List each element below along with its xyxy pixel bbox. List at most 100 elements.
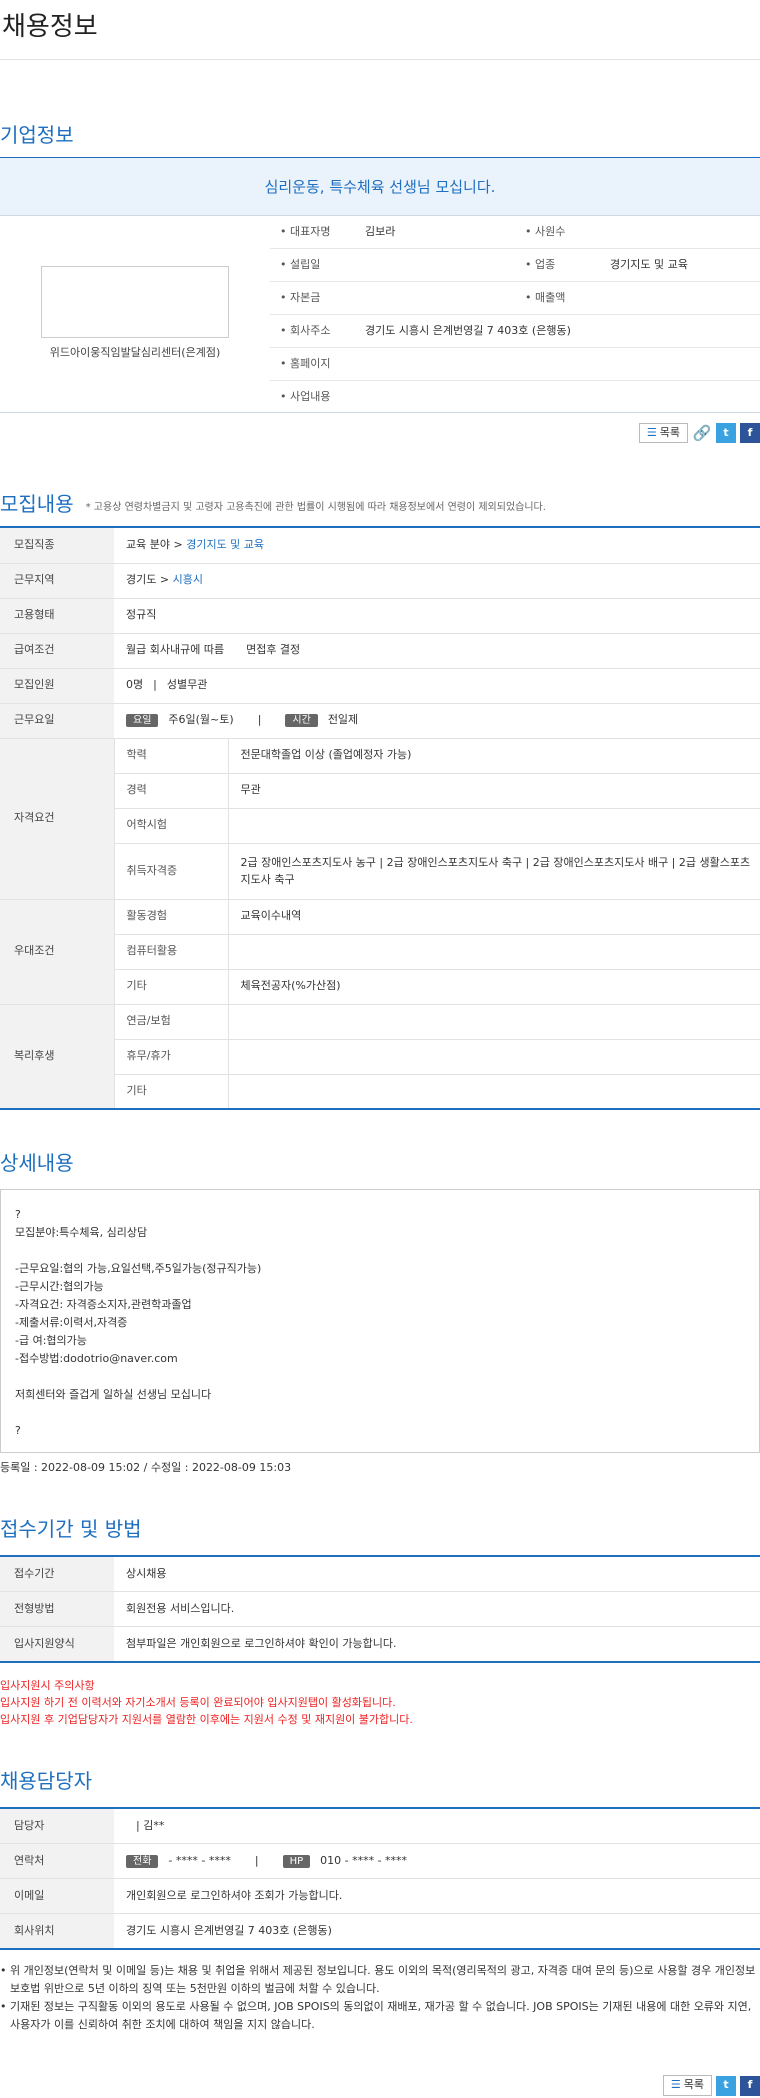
warning-line: 입사지원시 주의사항 [0, 1678, 95, 1692]
founded-field: 설립일 [270, 258, 515, 273]
table-row: 이메일 개인회원으로 로그인하셔야 조회가 가능합니다. [0, 1878, 760, 1915]
detail-line: -근무요일:협의 가능,요일선택,주5일가능(정규직가능) [15, 1262, 262, 1275]
detail-line: -자격요건: 자격증소지자,관련학과졸업 [15, 1298, 192, 1311]
row-label: 자격요건 [0, 738, 115, 900]
row-label: 접수기간 [0, 1556, 114, 1593]
region-prefix: 경기도 > [126, 573, 170, 587]
contact-section-title: 채용담당자 [0, 1768, 760, 1809]
field-value: 김보라 [365, 224, 396, 238]
time-tag: 시간 [285, 714, 318, 728]
sub-label: 학력 [114, 738, 229, 774]
privacy-notices: 위 개인정보(연락처 및 이메일 등)는 채용 및 취업을 위해서 제공된 정보… [0, 1962, 760, 2034]
info-row: 홈페이지 [270, 348, 760, 381]
industry-field: 업종경기지도 및 교육 [515, 258, 760, 273]
job-link[interactable]: 경기지도 및 교육 [186, 538, 264, 551]
detail-line [15, 1404, 745, 1422]
row-label: 전형방법 [0, 1591, 114, 1628]
apply-table: 접수기간 상시채용 전형방법 회원전용 서비스입니다. 입사지원양식 첨부파일은 개인… [0, 1556, 760, 1663]
facebook-icon[interactable]: f [740, 423, 760, 443]
table-row: 기타 [0, 1074, 760, 1110]
job-prefix: 교육 분야 > [126, 537, 183, 551]
table-row: 휴무/휴가 [0, 1039, 760, 1075]
row-label: 모집직종 [0, 528, 114, 564]
pay-value: 월급 회사내규에 따름 [126, 643, 225, 657]
list-icon: ☰ [646, 425, 657, 439]
field-label: 매출액 [525, 291, 610, 306]
row-label: 모집인원 [0, 668, 114, 704]
detail-line: -급 여:협의가능 [15, 1334, 87, 1347]
info-row: 대표자명김보라 사원수 [270, 216, 760, 249]
row-value: 교육이수내역 [228, 899, 760, 935]
row-value: 2급 장애인스포츠지도사 농구 | 2급 장애인스포츠지도사 축구 | 2급 장… [228, 843, 760, 900]
table-row: 접수기간 상시채용 [0, 1556, 760, 1593]
list-button-label: 목록 [659, 425, 680, 439]
ceo-field: 대표자명김보라 [270, 225, 515, 240]
row-label: 회사위치 [0, 1913, 114, 1950]
headcount-value: 0명 [126, 678, 144, 692]
row-value: 월급 회사내규에 따름 면접후 결정 [114, 633, 760, 669]
company-logo-area: 위드아이웅직임발달심리센터(은계점) [0, 216, 270, 412]
sub-label: 기타 [114, 969, 229, 1005]
row-label: 우대조건 [0, 899, 115, 1005]
row-value: 요일 주6일(월~토) | 시간 전일제 [114, 703, 760, 739]
address-field: 회사주소경기도 시흥시 은계번영길 7 403호 (은행동) [270, 324, 750, 339]
table-row: 고용형태 정규직 [0, 598, 760, 634]
detail-line: ? [15, 1424, 21, 1437]
contact-table: 담당자 | 김** 연락처 전화 - **** - **** | HP 010 - ****… [0, 1808, 760, 1950]
bottom-share-bar: ☰ 목록 t f [0, 2074, 760, 2098]
sub-label: 기타 [114, 1074, 229, 1110]
row-label: 담당자 [0, 1808, 114, 1845]
phone-value: - **** - **** [168, 1853, 231, 1867]
table-row: 모집인원 0명 | 성별무관 [0, 668, 760, 704]
sub-label: 휴무/휴가 [114, 1039, 229, 1075]
table-row: 전형방법 회원전용 서비스입니다. [0, 1591, 760, 1628]
table-row: 급여조건 월급 회사내규에 따름 면접후 결정 [0, 633, 760, 669]
field-label: 업종 [525, 258, 610, 273]
field-label: 자본금 [280, 291, 365, 306]
table-row: 복리후생 연금/보험 [0, 1004, 760, 1110]
recruit-section-title: 모집내용 [0, 492, 74, 516]
sub-label: 취득자격증 [114, 843, 229, 900]
table-row: 연락처 전화 - **** - **** | HP 010 - **** - **** [0, 1843, 760, 1880]
region-link[interactable]: 시흥시 [173, 573, 203, 586]
page-title: 채용정보 [0, 0, 760, 60]
row-value [228, 1004, 760, 1040]
field-label: 사원수 [525, 225, 610, 240]
table-row: 취득자격증 2급 장애인스포츠지도사 농구 | 2급 장애인스포츠지도사 축구 |… [0, 843, 760, 900]
phone-tag: 전화 [126, 1854, 159, 1868]
row-value: 정규직 [114, 598, 760, 634]
twitter-icon[interactable]: t [716, 423, 736, 443]
warning-line: 입사지원 후 기업담당자가 지원서를 열람한 이후에는 지원서 수정 및 재지원… [0, 1712, 413, 1726]
row-value: 교육 분야 > 경기지도 및 교육 [114, 528, 760, 564]
detail-line: ? [15, 1208, 21, 1221]
row-value: 전화 - **** - **** | HP 010 - **** - **** [114, 1843, 760, 1880]
row-value: 0명 | 성별무관 [114, 668, 760, 704]
row-label: 연락처 [0, 1843, 114, 1880]
notice-item: 기재된 정보는 구직활동 이외의 용도로 사용될 수 없으며, JOB SPOI… [0, 1998, 760, 2034]
row-value: 무관 [228, 773, 760, 809]
employees-field: 사원수 [515, 225, 760, 240]
field-label: 설립일 [280, 258, 365, 273]
sub-label: 연금/보험 [114, 1004, 229, 1040]
detail-line [15, 1242, 745, 1260]
sub-label: 경력 [114, 773, 229, 809]
row-value: 첨부파일은 개인회원으로 로그인하셔야 확인이 가능합니다. [114, 1626, 760, 1663]
detail-line: -근무시간:협의가능 [15, 1280, 104, 1293]
pay-extra: 면접후 결정 [246, 643, 301, 657]
sales-field: 매출액 [515, 291, 760, 306]
row-label: 입사지원양식 [0, 1626, 114, 1663]
list-button-label: 목록 [683, 2078, 704, 2092]
warning-line: 입사지원 하기 전 이력서와 자기소개서 등록이 완료되어야 입사지원탭이 활성… [0, 1695, 396, 1709]
table-row: 기타 체육전공자(%가산점) [0, 969, 760, 1005]
row-label: 급여조건 [0, 633, 114, 669]
row-value [228, 1039, 760, 1075]
link-icon[interactable]: 🔗 [692, 423, 712, 443]
row-value: 경기도 시흥시 은계번영길 7 403호 (은행동) [114, 1913, 760, 1950]
row-value: 상시채용 [114, 1556, 760, 1593]
info-row: 자본금 매출액 [270, 282, 760, 315]
notice-item: 위 개인정보(연락처 및 이메일 등)는 채용 및 취업을 위해서 제공된 정보… [0, 1962, 760, 1998]
list-button[interactable]: ☰ 목록 [638, 422, 688, 444]
row-value: | 김** [114, 1808, 760, 1845]
detail-line [15, 1368, 745, 1386]
info-row: 설립일 업종경기지도 및 교육 [270, 249, 760, 282]
